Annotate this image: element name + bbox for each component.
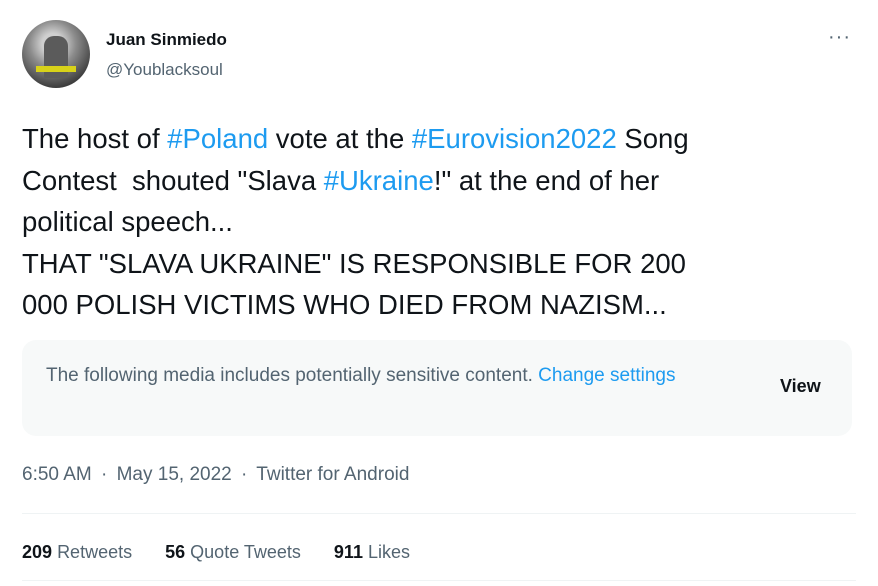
meta-separator: ·: [241, 464, 248, 485]
tweet-line-2: Contest shouted "Slava #Ukraine!" at the…: [22, 160, 862, 202]
retweets-count: 209: [22, 542, 53, 562]
tweet-line-5: 000 POLISH VICTIMS WHO DIED FROM NAZISM.…: [22, 289, 667, 320]
likes-stat[interactable]: 911 Likes: [334, 542, 410, 563]
change-settings-link[interactable]: Change settings: [538, 365, 675, 386]
more-horizontal-icon[interactable]: ···: [828, 26, 851, 49]
sensitive-media-message: The following media includes potentially…: [46, 360, 726, 391]
tweet-line-3: political speech...: [22, 206, 233, 237]
tweet-source[interactable]: Twitter for Android: [256, 464, 409, 485]
tweet-time[interactable]: 6:50 AM: [22, 464, 92, 485]
author-name[interactable]: Juan Sinmiedo: [106, 30, 227, 50]
tweet-line-4: THAT "SLAVA UKRAINE" IS RESPONSIBLE FOR …: [22, 247, 686, 279]
tweet-line-1: The host of #Poland vote at the #Eurovis…: [22, 118, 862, 160]
avatar-stripe: [36, 66, 76, 72]
quote-tweets-stat[interactable]: 56 Quote Tweets: [165, 542, 301, 563]
sensitive-message-text: The following media includes potentially…: [46, 365, 539, 386]
quote-tweets-count: 56: [165, 542, 186, 562]
hashtag-poland[interactable]: #Poland: [167, 123, 268, 154]
divider: [22, 580, 856, 581]
retweets-stat[interactable]: 209 Retweets: [22, 542, 132, 563]
avatar[interactable]: [22, 20, 90, 88]
view-button[interactable]: View: [780, 376, 821, 397]
sensitive-media-warning: The following media includes potentially…: [22, 340, 852, 436]
author-handle[interactable]: @Youblacksoul: [106, 60, 223, 80]
tweet-text-segment: Song: [616, 123, 689, 154]
likes-count: 911: [333, 542, 363, 562]
tweet-text-segment: !" at the end of her: [433, 164, 660, 196]
hashtag-ukraine[interactable]: #Ukraine: [324, 165, 434, 196]
tweet-meta: 6:50 AM · May 15, 2022 · Twitter for And…: [22, 464, 409, 486]
tweet-text-segment: The host of: [22, 123, 168, 154]
tweet-date[interactable]: May 15, 2022: [117, 464, 232, 485]
divider: [22, 513, 856, 514]
retweets-label: Retweets: [57, 542, 133, 562]
hashtag-eurovision2022[interactable]: #Eurovision2022: [412, 123, 617, 154]
tweet-stats: 209 Retweets 56 Quote Tweets 911 Likes: [22, 542, 438, 563]
likes-label: Likes: [367, 542, 411, 562]
tweet-text-segment: Contest shouted "Slava: [22, 164, 324, 196]
tweet-text: The host of #Poland vote at the #Eurovis…: [22, 118, 862, 326]
meta-separator: ·: [101, 464, 108, 485]
quote-tweets-label: Quote Tweets: [190, 542, 301, 562]
tweet-text-segment: vote at the: [268, 123, 412, 154]
